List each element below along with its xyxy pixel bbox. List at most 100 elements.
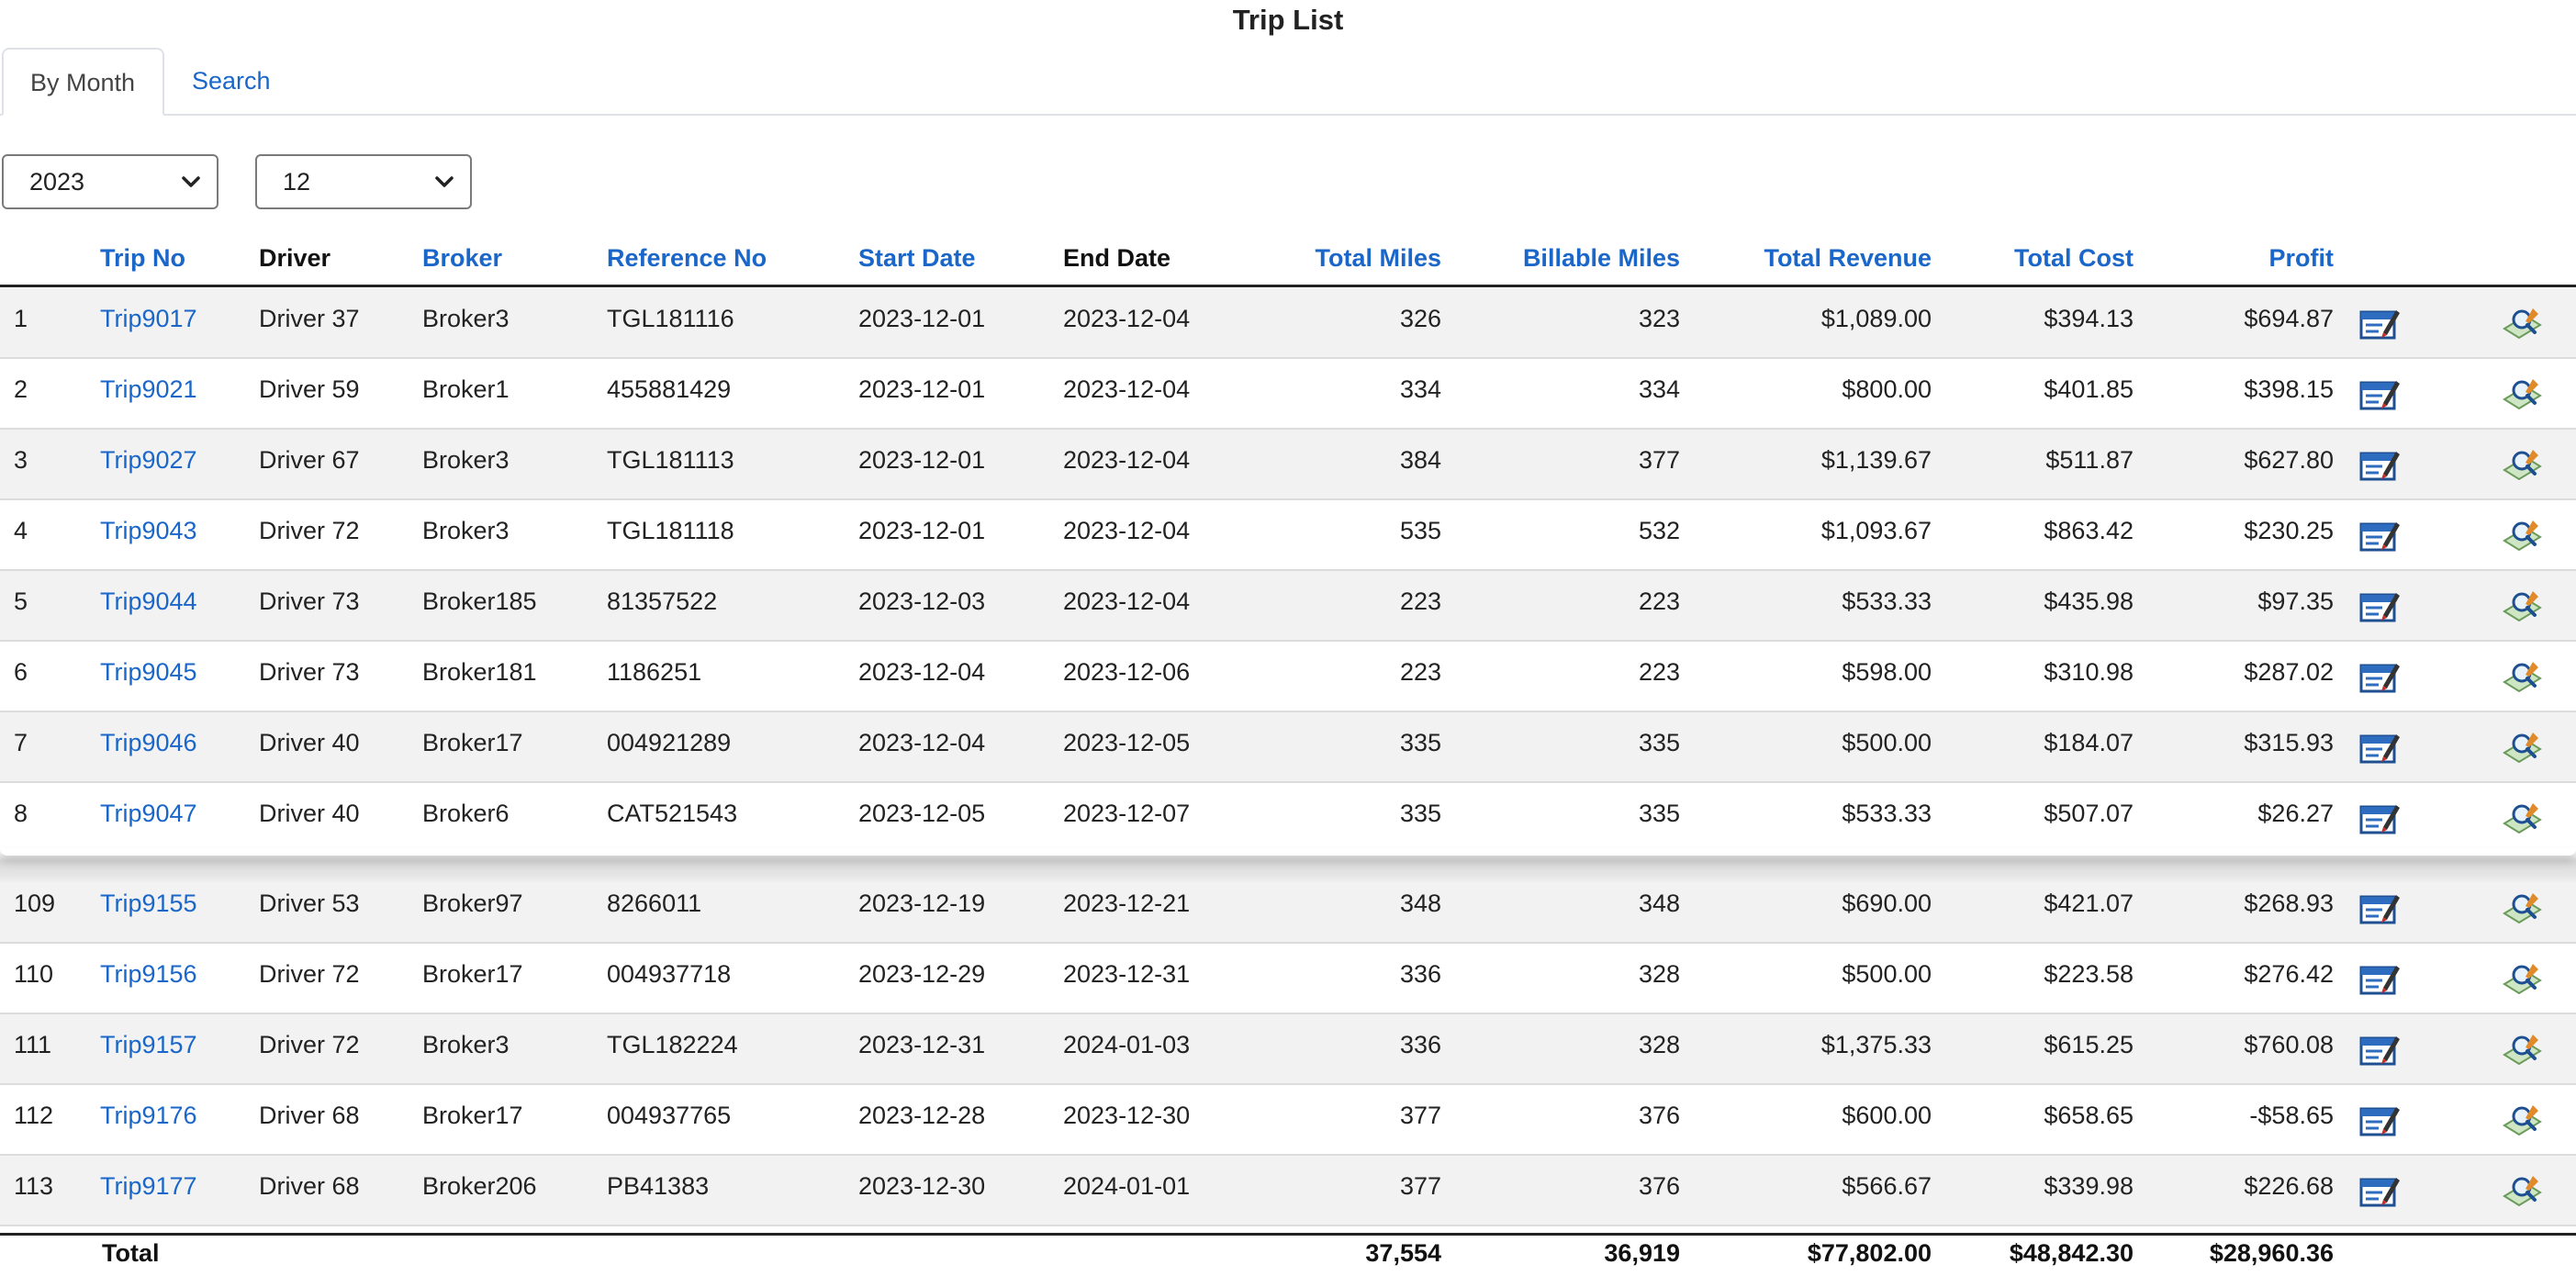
total-miles-cell: 377 <box>1399 1102 1441 1129</box>
view-detail-icon[interactable] <box>2502 305 2542 341</box>
total-miles-cell: 335 <box>1399 729 1441 756</box>
col-total-miles[interactable]: Total Miles <box>1258 244 1441 273</box>
reference-cell: TGL182224 <box>607 1031 738 1058</box>
trip-link[interactable]: Trip9177 <box>100 1172 197 1201</box>
reference-cell: 81357522 <box>607 588 718 615</box>
profit-cell: $398.15 <box>2244 375 2334 403</box>
start-date-cell: 2023-12-29 <box>858 960 986 988</box>
view-detail-icon[interactable] <box>2502 729 2542 766</box>
end-date-cell: 2023-12-04 <box>1063 517 1191 544</box>
col-total-cost[interactable]: Total Cost <box>1950 244 2134 273</box>
total-revenue-cell: $690.00 <box>1842 890 1932 917</box>
trip-link[interactable]: Trip9021 <box>100 375 197 404</box>
row-index: 8 <box>14 800 28 827</box>
broker-cell: Broker3 <box>422 305 510 332</box>
edit-invoice-icon[interactable] <box>2359 658 2400 695</box>
view-detail-icon[interactable] <box>2502 1172 2542 1209</box>
view-detail-icon[interactable] <box>2502 517 2542 554</box>
col-total-revenue[interactable]: Total Revenue <box>1708 244 1932 273</box>
table-row: 6 Trip9045 Driver 73 Broker181 1186251 2023-1… <box>0 642 2576 712</box>
billable-miles-cell: 223 <box>1638 588 1680 615</box>
reference-cell: 004921289 <box>607 729 732 756</box>
month-select[interactable]: 12 <box>255 154 472 209</box>
trip-link[interactable]: Trip9155 <box>100 890 197 918</box>
year-select[interactable]: 2023 <box>2 154 218 209</box>
driver-cell: Driver 68 <box>259 1102 360 1129</box>
col-billable-miles[interactable]: Billable Miles <box>1469 244 1680 273</box>
driver-cell: Driver 72 <box>259 1031 360 1058</box>
edit-invoice-icon[interactable] <box>2359 588 2400 624</box>
trip-link[interactable]: Trip9043 <box>100 517 197 545</box>
profit-cell: $268.93 <box>2244 890 2334 917</box>
table-row: 3 Trip9027 Driver 67 Broker3 TGL181113 2023-1… <box>0 430 2576 500</box>
end-date-cell: 2024-01-03 <box>1063 1031 1191 1058</box>
edit-invoice-icon[interactable] <box>2359 517 2400 554</box>
edit-invoice-icon[interactable] <box>2359 960 2400 997</box>
driver-cell: Driver 40 <box>259 729 360 756</box>
view-detail-icon[interactable] <box>2502 960 2542 997</box>
row-index: 5 <box>14 588 28 615</box>
trip-link[interactable]: Trip9046 <box>100 729 197 757</box>
broker-cell: Broker181 <box>422 658 537 686</box>
tab-by-month[interactable]: By Month <box>2 48 164 116</box>
table-row: 8 Trip9047 Driver 40 Broker6 CAT521543 2023-1… <box>0 783 2576 854</box>
total-cost-cell: $863.42 <box>2044 517 2134 544</box>
broker-cell: Broker97 <box>422 890 523 917</box>
view-detail-icon[interactable] <box>2502 890 2542 926</box>
trip-link[interactable]: Trip9157 <box>100 1031 197 1059</box>
total-revenue-cell: $1,089.00 <box>1820 305 1932 332</box>
col-trip-no[interactable]: Trip No <box>100 244 185 273</box>
trip-link[interactable]: Trip9017 <box>100 305 197 333</box>
row-index: 3 <box>14 446 28 474</box>
header-divider <box>0 285 2576 287</box>
total-cost-cell: $421.07 <box>2044 890 2134 917</box>
col-reference-no[interactable]: Reference No <box>607 244 767 273</box>
edit-invoice-icon[interactable] <box>2359 800 2400 836</box>
view-detail-icon[interactable] <box>2502 800 2542 836</box>
start-date-cell: 2023-12-31 <box>858 1031 986 1058</box>
edit-invoice-icon[interactable] <box>2359 446 2400 483</box>
edit-invoice-icon[interactable] <box>2359 375 2400 412</box>
trip-link[interactable]: Trip9027 <box>100 446 197 475</box>
table-row: 2 Trip9021 Driver 59 Broker1 455881429 2023-1… <box>0 359 2576 430</box>
total-miles-cell: 384 <box>1399 446 1441 474</box>
billable-miles-cell: 376 <box>1638 1102 1680 1129</box>
table-row: 110 Trip9156 Driver 72 Broker17 004937718 202… <box>0 944 2576 1014</box>
view-detail-icon[interactable] <box>2502 1031 2542 1068</box>
trip-link[interactable]: Trip9156 <box>100 960 197 989</box>
edit-invoice-icon[interactable] <box>2359 1102 2400 1138</box>
billable-miles-cell: 348 <box>1638 890 1680 917</box>
profit-cell: $315.93 <box>2244 729 2334 756</box>
trip-link[interactable]: Trip9047 <box>100 800 197 828</box>
edit-invoice-icon[interactable] <box>2359 890 2400 926</box>
trip-link[interactable]: Trip9044 <box>100 588 197 616</box>
view-detail-icon[interactable] <box>2502 658 2542 695</box>
broker-cell: Broker3 <box>422 1031 510 1058</box>
total-label: Total <box>102 1239 160 1267</box>
col-start-date[interactable]: Start Date <box>858 244 976 273</box>
trip-link[interactable]: Trip9176 <box>100 1102 197 1130</box>
col-profit[interactable]: Profit <box>2150 244 2335 273</box>
broker-cell: Broker17 <box>422 729 523 756</box>
view-detail-icon[interactable] <box>2502 446 2542 483</box>
row-index: 6 <box>14 658 28 686</box>
view-detail-icon[interactable] <box>2502 588 2542 624</box>
start-date-cell: 2023-12-01 <box>858 375 986 403</box>
trip-link[interactable]: Trip9045 <box>100 658 197 687</box>
total-cost-cell: $507.07 <box>2044 800 2134 827</box>
view-detail-icon[interactable] <box>2502 375 2542 412</box>
edit-invoice-icon[interactable] <box>2359 729 2400 766</box>
col-driver: Driver <box>259 244 331 272</box>
end-date-cell: 2023-12-30 <box>1063 1102 1191 1129</box>
total-cost-cell: $511.87 <box>2045 446 2134 474</box>
end-date-cell: 2024-01-01 <box>1063 1172 1191 1200</box>
tab-search[interactable]: Search <box>165 48 297 114</box>
view-detail-icon[interactable] <box>2502 1102 2542 1138</box>
edit-invoice-icon[interactable] <box>2359 1172 2400 1209</box>
edit-invoice-icon[interactable] <box>2359 305 2400 341</box>
total-miles-cell: 377 <box>1399 1172 1441 1200</box>
col-broker[interactable]: Broker <box>422 244 502 273</box>
end-date-cell: 2023-12-06 <box>1063 658 1191 686</box>
table-row: 5 Trip9044 Driver 73 Broker185 81357522 2023-… <box>0 571 2576 642</box>
edit-invoice-icon[interactable] <box>2359 1031 2400 1068</box>
